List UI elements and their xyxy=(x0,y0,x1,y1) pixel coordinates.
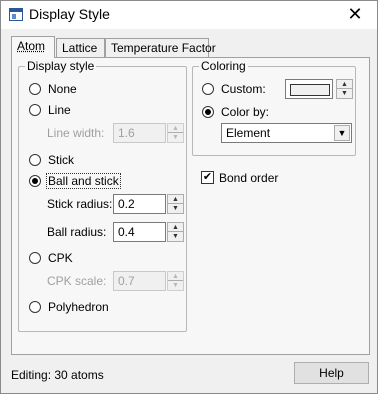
line-width-input[interactable]: 1.6 xyxy=(113,123,166,143)
radio-custom-color-label[interactable]: Custom: xyxy=(221,82,266,96)
tab-temperature-factor[interactable]: Temperature Factor xyxy=(105,38,216,57)
ball-radius-down-icon[interactable]: ▼ xyxy=(168,232,183,241)
radio-none[interactable] xyxy=(29,83,41,95)
window-icon xyxy=(9,8,23,21)
custom-color-swatch[interactable] xyxy=(285,79,333,99)
coloring-legend: Coloring xyxy=(199,59,248,73)
radio-none-label[interactable]: None xyxy=(48,82,77,96)
color-by-select[interactable]: Element ▼ xyxy=(221,123,352,143)
radio-color-by[interactable] xyxy=(202,106,214,118)
stick-radius-label: Stick radius: xyxy=(47,197,113,211)
chevron-down-icon[interactable]: ▼ xyxy=(334,125,350,141)
line-width-spinner[interactable]: ▲ ▼ xyxy=(167,123,184,143)
radio-line-label[interactable]: Line xyxy=(48,103,71,117)
radio-stick[interactable] xyxy=(29,154,41,166)
ball-radius-label: Ball radius: xyxy=(47,225,107,239)
line-width-label: Line width: xyxy=(47,126,105,140)
stick-radius-input[interactable]: 0.2 xyxy=(113,194,166,214)
cpk-scale-spinner[interactable]: ▲ ▼ xyxy=(167,271,184,291)
custom-color-up-icon[interactable]: ▲ xyxy=(337,80,352,89)
radio-color-by-label[interactable]: Color by: xyxy=(221,105,269,119)
bond-order-checkbox[interactable]: ✔ xyxy=(201,171,214,184)
help-button[interactable]: Help xyxy=(294,362,369,384)
radio-ball-and-stick[interactable] xyxy=(29,175,41,187)
ball-radius-input[interactable]: 0.4 xyxy=(113,222,166,242)
line-width-down-icon[interactable]: ▼ xyxy=(168,133,183,142)
radio-polyhedron[interactable] xyxy=(29,301,41,313)
stick-radius-up-icon[interactable]: ▲ xyxy=(168,195,183,204)
display-style-legend: Display style xyxy=(25,59,97,73)
ball-radius-up-icon[interactable]: ▲ xyxy=(168,223,183,232)
stick-radius-spinner[interactable]: ▲ ▼ xyxy=(167,194,184,214)
custom-color-down-icon[interactable]: ▼ xyxy=(337,89,352,98)
atom-tab-panel: Display style None Line Line width: 1.6 … xyxy=(11,57,370,355)
radio-custom-color[interactable] xyxy=(202,83,214,95)
close-icon[interactable]: ✕ xyxy=(333,1,377,29)
tab-atom[interactable]: Atom xyxy=(11,36,55,58)
display-style-dialog: Display Style ✕ Atom Lattice Temperature… xyxy=(0,0,378,394)
title-bar: Display Style ✕ xyxy=(1,1,377,29)
status-text: Editing: 30 atoms xyxy=(11,368,104,382)
radio-cpk[interactable] xyxy=(29,252,41,264)
tab-atom-label: Atom xyxy=(17,39,46,53)
radio-stick-label[interactable]: Stick xyxy=(48,153,74,167)
cpk-scale-up-icon[interactable]: ▲ xyxy=(168,272,183,281)
radio-line[interactable] xyxy=(29,104,41,116)
ball-radius-spinner[interactable]: ▲ ▼ xyxy=(167,222,184,242)
cpk-scale-down-icon[interactable]: ▼ xyxy=(168,281,183,290)
bond-order-label[interactable]: Bond order xyxy=(219,171,278,185)
line-width-up-icon[interactable]: ▲ xyxy=(168,124,183,133)
cpk-scale-label: CPK scale: xyxy=(47,274,107,288)
stick-radius-down-icon[interactable]: ▼ xyxy=(168,204,183,213)
window-title: Display Style xyxy=(29,6,110,22)
custom-color-spinner[interactable]: ▲ ▼ xyxy=(336,79,353,99)
coloring-group: Coloring Custom: ▲ ▼ Color by: Element ▼ xyxy=(192,59,356,156)
tab-lattice[interactable]: Lattice xyxy=(56,38,105,57)
display-style-group: Display style None Line Line width: 1.6 … xyxy=(18,59,187,332)
radio-cpk-label[interactable]: CPK xyxy=(48,251,73,265)
radio-polyhedron-label[interactable]: Polyhedron xyxy=(48,300,109,314)
radio-ball-and-stick-label[interactable]: Ball and stick xyxy=(46,173,121,189)
color-by-value: Element xyxy=(226,126,271,140)
cpk-scale-input[interactable]: 0.7 xyxy=(113,271,166,291)
tab-temperature-factor-label: Temperature Factor xyxy=(111,41,216,55)
tab-lattice-label: Lattice xyxy=(62,41,98,55)
